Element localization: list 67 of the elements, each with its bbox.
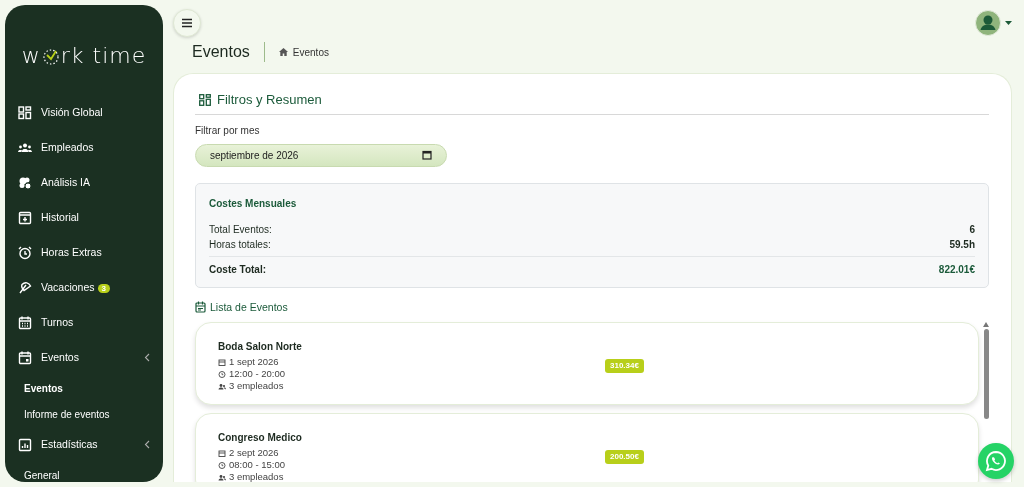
clock-icon [40, 46, 61, 66]
cluster-icon [18, 175, 32, 190]
avatar-icon[interactable] [975, 10, 1001, 36]
menu-item[interactable]: Empleados [5, 130, 163, 165]
chat-bubble-icon [985, 450, 1007, 472]
logo-text: rk time [60, 45, 147, 67]
home-icon[interactable] [278, 48, 288, 56]
count-badge: 3 [97, 283, 110, 293]
summary-value: 59.5h [949, 237, 975, 252]
clock-icon [218, 460, 226, 470]
menu-item[interactable]: Vacaciones 3 [5, 270, 163, 305]
summary-value: 6 [969, 222, 975, 237]
chevron-icon [144, 440, 150, 449]
calendar-icon [18, 350, 32, 365]
clock-icon [218, 369, 226, 379]
event-date: 1 sept 2026 [229, 356, 279, 369]
alarm-clock-icon [18, 245, 32, 260]
summary-label: Horas totales: [209, 237, 271, 252]
menu-item[interactable]: Historial [5, 200, 163, 235]
event-staff: 3 empleados [229, 380, 284, 393]
menu-item[interactable]: Análisis IA [5, 165, 163, 200]
month-field[interactable]: septiembre de 2026 [195, 143, 447, 167]
event-time: 12:00 - 20:00 [229, 368, 285, 381]
menu-item[interactable]: Horas Extras [5, 235, 163, 270]
event-time: 08:00 - 15:00 [229, 459, 285, 472]
summary-title: Costes Mensuales [209, 196, 298, 211]
menu-item[interactable]: Eventos [5, 340, 163, 375]
breadcrumb-link[interactable]: Eventos [292, 44, 329, 60]
caret-icon[interactable] [1005, 20, 1012, 26]
scrollbar-thumb[interactable] [983, 329, 989, 420]
summary-label: Coste Total: [209, 262, 267, 277]
chevron-icon [144, 353, 150, 362]
event-name: Boda Salon Norte [218, 340, 303, 355]
menu-icon [181, 18, 193, 28]
summary-label: Total Eventos: [209, 222, 272, 237]
grid-icon [199, 93, 211, 106]
chart-icon [18, 437, 32, 452]
section-title: Filtros y Resumen [217, 91, 322, 109]
calendar-icon [195, 301, 206, 314]
menu-item[interactable]: Estadísticas [5, 427, 163, 462]
event-date: 2 sept 2026 [229, 447, 279, 460]
submenu-item[interactable]: Informe de eventos [5, 401, 163, 427]
cost-badge: 200.50€ [605, 449, 644, 464]
page-title: Eventos [192, 42, 250, 62]
menu-button[interactable] [173, 9, 201, 37]
calendar-icon [218, 448, 226, 458]
calendar-icon [18, 315, 32, 330]
submenu-item[interactable]: Eventos [5, 375, 163, 401]
umbrella-icon [18, 280, 32, 295]
event-card[interactable]: Boda Salon Norte 1 sept 2026 12:00 - 20:00 3 empleados 310.34€ [195, 322, 979, 406]
menu-item[interactable]: Visión Global [5, 95, 163, 130]
summary-value: 822.01€ [938, 262, 975, 277]
event-card[interactable]: Congreso Medico 2 sept 2026 08:00 - 15:00 3 empleados 200.50€ [195, 413, 979, 482]
people-icon [218, 381, 226, 391]
section-title: Lista de Eventos [210, 299, 288, 315]
grid-icon [18, 105, 32, 120]
calendar-icon [218, 357, 226, 367]
logo-text: w [21, 45, 41, 67]
calendar-icon[interactable] [422, 150, 432, 160]
field-label: Filtrar por mes [195, 123, 261, 138]
menu-item[interactable]: Turnos [5, 305, 163, 340]
submenu-item[interactable]: General [5, 462, 163, 482]
tray-icon [18, 210, 32, 225]
cost-badge: 310.34€ [605, 358, 644, 373]
people-icon [218, 472, 226, 482]
event-name: Congreso Medico [218, 431, 303, 446]
event-staff: 3 empleados [229, 471, 284, 482]
